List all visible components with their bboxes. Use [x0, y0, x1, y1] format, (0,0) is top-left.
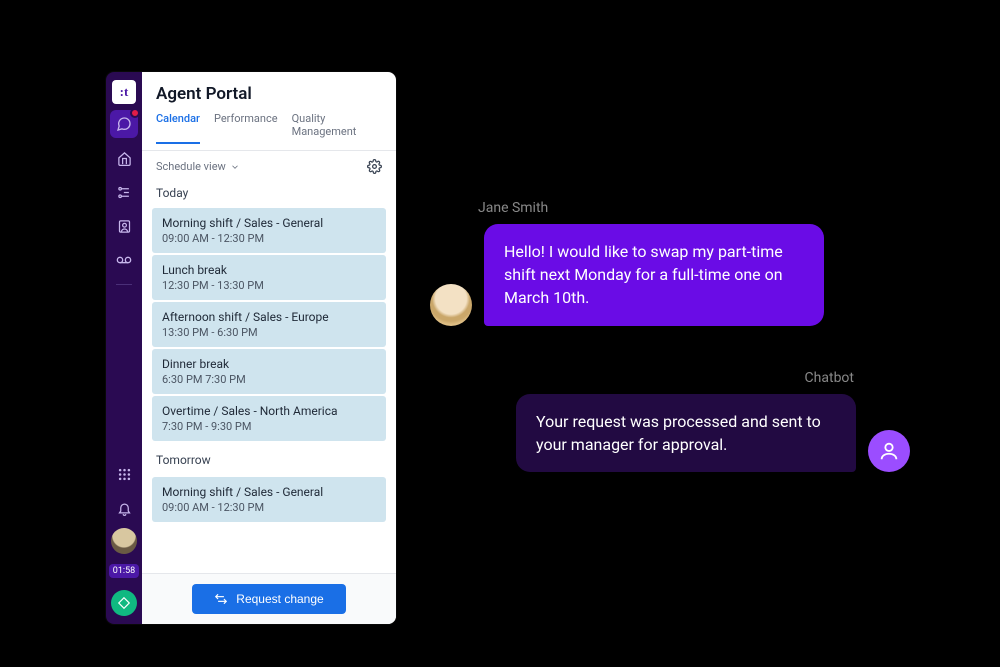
sidebar-item-chat[interactable]: [110, 110, 138, 138]
diamond-icon: [117, 596, 131, 610]
request-change-button[interactable]: Request change: [192, 584, 345, 614]
slot-time: 7:30 PM - 9:30 PM: [162, 420, 376, 433]
slot-time: 6:30 PM 7:30 PM: [162, 373, 376, 386]
sidebar-item-voicemail[interactable]: [110, 246, 138, 274]
sidebar-item-flow[interactable]: [110, 178, 138, 206]
chat-icon: [116, 116, 132, 132]
slot-title: Morning shift / Sales - General: [162, 485, 376, 499]
portal-main: Agent Portal Calendar Performance Qualit…: [142, 72, 396, 624]
app-logo[interactable]: :t: [112, 80, 136, 104]
user-avatar[interactable]: [111, 528, 137, 554]
sidebar-item-dialpad[interactable]: [110, 460, 138, 488]
user-message-row: Hello! I would like to swap my part-time…: [430, 224, 910, 326]
home-icon: [117, 151, 132, 166]
bot-name: Chatbot: [430, 370, 854, 386]
user-message-bubble: Hello! I would like to swap my part-time…: [484, 224, 824, 326]
page-title: Agent Portal: [156, 84, 382, 104]
view-selector[interactable]: Schedule view: [156, 160, 240, 173]
bot-message-row: Your request was processed and sent to y…: [430, 394, 910, 472]
sidebar-item-notifications[interactable]: [110, 494, 138, 522]
status-indicator[interactable]: [111, 590, 137, 616]
session-timer: 01:58: [109, 564, 139, 578]
bell-icon: [117, 501, 132, 516]
portal-header: Agent Portal Calendar Performance Qualit…: [142, 72, 396, 151]
flow-icon: [117, 185, 132, 200]
swap-icon: [214, 592, 228, 606]
slot-title: Afternoon shift / Sales - Europe: [162, 310, 376, 324]
portal-tabs: Calendar Performance Quality Management: [156, 112, 382, 144]
slot-time: 09:00 AM - 12:30 PM: [162, 501, 376, 514]
settings-button[interactable]: [367, 159, 382, 174]
view-selector-label: Schedule view: [156, 160, 226, 173]
chat-transcript: Jane Smith Hello! I would like to swap m…: [430, 200, 910, 472]
tab-quality[interactable]: Quality Management: [292, 112, 382, 144]
sender-name: Jane Smith: [478, 200, 910, 216]
schedule-slot[interactable]: Overtime / Sales - North America 7:30 PM…: [152, 396, 386, 441]
contact-icon: [117, 219, 132, 234]
today-schedule: Morning shift / Sales - General 09:00 AM…: [142, 208, 396, 522]
slot-title: Dinner break: [162, 357, 376, 371]
left-sidebar: :t 01:58: [106, 72, 142, 624]
sidebar-divider: [116, 284, 132, 285]
slot-title: Morning shift / Sales - General: [162, 216, 376, 230]
gear-icon: [367, 159, 382, 174]
sidebar-item-contacts[interactable]: [110, 212, 138, 240]
request-change-label: Request change: [236, 592, 323, 606]
voicemail-icon: [116, 252, 132, 268]
notification-badge: [130, 108, 140, 118]
bot-message-bubble: Your request was processed and sent to y…: [516, 394, 856, 472]
bot-avatar: [868, 430, 910, 472]
bot-icon: [878, 440, 900, 462]
schedule-slot[interactable]: Morning shift / Sales - General 09:00 AM…: [152, 477, 386, 522]
schedule-slot[interactable]: Dinner break 6:30 PM 7:30 PM: [152, 349, 386, 394]
sidebar-item-home[interactable]: [110, 144, 138, 172]
agent-portal-window: :t 01:58 Agent: [106, 72, 396, 624]
tab-calendar[interactable]: Calendar: [156, 112, 200, 144]
slot-title: Lunch break: [162, 263, 376, 277]
tab-performance[interactable]: Performance: [214, 112, 278, 144]
slot-title: Overtime / Sales - North America: [162, 404, 376, 418]
user-avatar-large: [430, 284, 472, 326]
schedule-slot[interactable]: Morning shift / Sales - General 09:00 AM…: [152, 208, 386, 253]
view-controls: Schedule view: [142, 151, 396, 182]
dialpad-icon: [117, 467, 132, 482]
action-bar: Request change: [142, 573, 396, 624]
schedule-slot[interactable]: Afternoon shift / Sales - Europe 13:30 P…: [152, 302, 386, 347]
today-label: Today: [142, 182, 396, 208]
chevron-down-icon: [230, 162, 240, 172]
slot-time: 09:00 AM - 12:30 PM: [162, 232, 376, 245]
slot-time: 13:30 PM - 6:30 PM: [162, 326, 376, 339]
schedule-slot[interactable]: Lunch break 12:30 PM - 13:30 PM: [152, 255, 386, 300]
slot-time: 12:30 PM - 13:30 PM: [162, 279, 376, 292]
tomorrow-label: Tomorrow: [152, 449, 386, 475]
